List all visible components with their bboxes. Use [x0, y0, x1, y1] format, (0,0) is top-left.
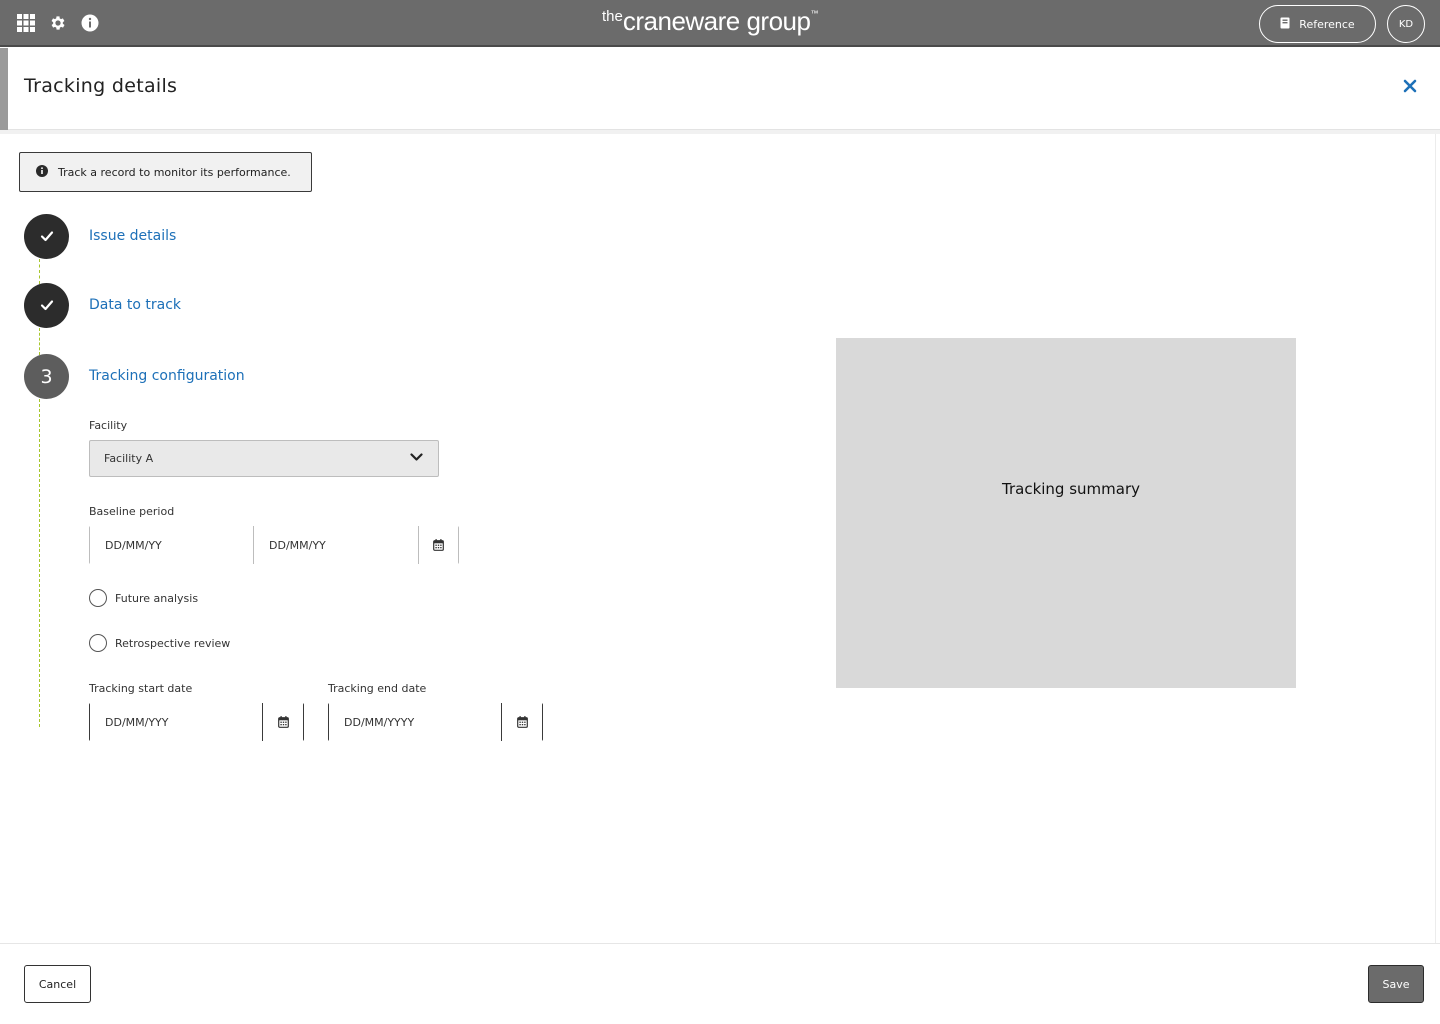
baseline-start-input[interactable]: DD/MM/YY	[90, 526, 254, 564]
save-button[interactable]: Save	[1368, 965, 1424, 1003]
step-connector	[39, 259, 40, 284]
apps-grid-icon[interactable]	[15, 12, 37, 34]
step-connector	[39, 328, 40, 355]
info-icon[interactable]	[79, 12, 101, 34]
radio-retrospective-review[interactable]: Retrospective review	[89, 634, 230, 652]
page-title: Tracking details	[24, 75, 178, 97]
step-tracking-configuration[interactable]: Tracking configuration	[89, 368, 245, 384]
close-icon[interactable]	[1402, 78, 1418, 94]
baseline-period-range: DD/MM/YY DD/MM/YY	[89, 526, 459, 564]
check-icon	[40, 227, 54, 246]
info-banner-text: Track a record to monitor its performanc…	[58, 165, 291, 179]
step-complete-badge	[24, 283, 69, 328]
tracking-summary-title: Tracking summary	[1002, 480, 1140, 498]
tracking-start-input[interactable]: DD/MM/YYY	[90, 703, 263, 741]
gear-icon[interactable]	[47, 12, 69, 34]
info-icon	[36, 164, 48, 180]
reference-label: Reference	[1299, 17, 1355, 31]
calendar-icon[interactable]	[263, 703, 303, 741]
radio-retrospective-review-label: Retrospective review	[115, 636, 231, 650]
baseline-period-label: Baseline period	[89, 505, 175, 518]
tracking-start-field: DD/MM/YYY	[89, 703, 304, 741]
header-divider	[0, 130, 1440, 134]
baseline-end-input[interactable]: DD/MM/YY	[254, 526, 419, 564]
footer: Cancel Save	[0, 943, 1440, 1024]
facility-select-value: Facility A	[104, 452, 154, 465]
content-divider	[1435, 134, 1436, 944]
tracking-end-label: Tracking end date	[328, 682, 427, 695]
tracking-end-input[interactable]: DD/MM/YYYY	[329, 703, 502, 741]
book-icon	[1280, 17, 1290, 32]
tracking-summary-panel: Tracking summary	[836, 338, 1296, 688]
calendar-icon[interactable]	[419, 526, 458, 564]
check-icon	[40, 296, 54, 315]
info-banner: Track a record to monitor its performanc…	[19, 152, 312, 192]
step-number-badge: 3	[24, 354, 69, 399]
top-bar: thecraneware group™ Reference KD	[0, 0, 1440, 47]
facility-label: Facility	[89, 419, 128, 432]
radio-future-analysis-label: Future analysis	[115, 591, 199, 605]
brand-logo: thecraneware group™	[602, 6, 819, 36]
facility-select[interactable]: Facility A	[89, 440, 439, 477]
reference-button[interactable]: Reference	[1259, 5, 1376, 43]
calendar-icon[interactable]	[502, 703, 542, 741]
radio-future-analysis[interactable]: Future analysis	[89, 589, 198, 607]
step-data-to-track[interactable]: Data to track	[89, 297, 181, 313]
step-connector	[39, 399, 40, 727]
panel-header: Tracking details	[8, 48, 1440, 130]
chevron-down-icon	[410, 452, 423, 465]
step-complete-badge	[24, 214, 69, 259]
radio-button[interactable]	[89, 634, 107, 652]
cancel-button[interactable]: Cancel	[24, 965, 91, 1003]
tracking-end-field: DD/MM/YYYY	[328, 703, 543, 741]
panel-edge	[0, 48, 8, 130]
avatar[interactable]: KD	[1387, 5, 1425, 43]
tracking-start-label: Tracking start date	[89, 682, 193, 695]
radio-button[interactable]	[89, 589, 107, 607]
step-issue-details[interactable]: Issue details	[89, 228, 176, 244]
